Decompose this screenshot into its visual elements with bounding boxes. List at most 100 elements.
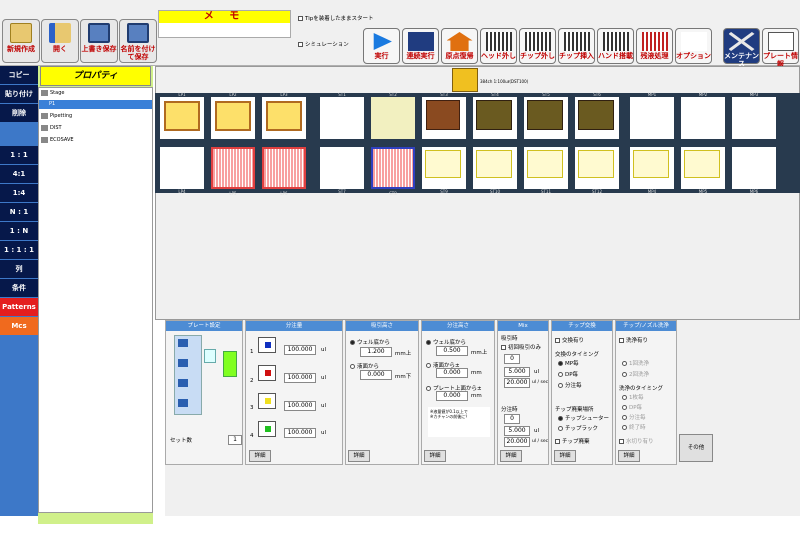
wash-timing-4-radio[interactable]: 終了時 xyxy=(622,423,646,431)
copy-button[interactable]: コピー xyxy=(0,66,38,85)
other-button[interactable]: その他 xyxy=(679,434,713,462)
deck-slot-st1[interactable]: ST1 xyxy=(320,92,364,139)
save-button[interactable]: 上書き保存 xyxy=(80,19,118,63)
dry-checkbox[interactable]: 水切り有り xyxy=(619,437,654,445)
ratio-1-1-button[interactable]: 1 : 1 xyxy=(0,146,38,165)
maintenance-button[interactable]: メンテナンス xyxy=(723,28,760,68)
wash-checkbox[interactable]: 洗浄有り xyxy=(619,336,648,344)
ratio-1-1-1-button[interactable]: 1 : 1 : 1 xyxy=(0,241,38,260)
plate-info-button[interactable]: プレート情報 xyxy=(762,28,799,68)
volume-detail-button[interactable]: 詳細 xyxy=(249,450,271,462)
wash-2-radio[interactable]: 2回洗浄 xyxy=(622,370,649,378)
deck-slot-st6[interactable]: ST6 xyxy=(575,92,619,139)
save-as-button[interactable]: 名前を付けて保存 xyxy=(119,19,157,63)
deck-slot-st2[interactable]: ST2 xyxy=(371,92,415,139)
deck-slot-st9[interactable]: ST9 xyxy=(422,147,466,194)
mix-initial-checkbox[interactable]: 初回吸引のみ xyxy=(501,343,541,351)
tip-exchange-checkbox[interactable]: 交換有り xyxy=(555,336,584,344)
set-count-input[interactable]: 1 xyxy=(228,435,242,445)
wash-1-radio[interactable]: 1回洗浄 xyxy=(622,359,649,367)
tip-detail-button[interactable]: 詳細 xyxy=(554,450,576,462)
condition-button[interactable]: 条件 xyxy=(0,279,38,298)
patterns-button[interactable]: Patterns xyxy=(0,298,38,317)
deck-slot-lp1[interactable]: LP1 xyxy=(160,92,204,139)
wash-timing-3-radio[interactable]: 分注毎 xyxy=(622,413,646,421)
row-1-volume-input[interactable]: 100.000 xyxy=(284,345,316,355)
tip-mp-each-radio[interactable]: MP毎 xyxy=(558,359,579,367)
deck-slot-lp4[interactable]: LP4 xyxy=(160,147,204,194)
deck-slot-mp5[interactable]: MP5 xyxy=(681,147,725,194)
deck-slot-st3[interactable]: ST3 xyxy=(422,92,466,139)
asp-from-bottom-radio[interactable]: ウェル底から xyxy=(350,338,390,346)
liquid-waste-button[interactable]: 残液処理 xyxy=(636,28,673,64)
tip-chip-shooter-radio[interactable]: チップシューター xyxy=(558,414,609,422)
tree-item-p1[interactable]: P1 xyxy=(39,100,152,109)
tree-item-dist[interactable]: DIST xyxy=(41,124,62,133)
ratio-n-1-button[interactable]: N : 1 xyxy=(0,203,38,222)
home-button[interactable]: 原点復帰 xyxy=(441,28,478,64)
ratio-1-4-button[interactable]: 1:4 xyxy=(0,184,38,203)
asp-from-surface-radio[interactable]: 液面から xyxy=(350,362,379,370)
row-2-volume-input[interactable]: 100.000 xyxy=(284,373,316,383)
deck-slot-st10[interactable]: ST10 xyxy=(473,147,517,194)
tip-chip-disposal-checkbox[interactable]: チップ廃棄 xyxy=(555,437,590,445)
row-4-volume-input[interactable]: 100.000 xyxy=(284,428,316,438)
simulation-checkbox[interactable]: シミュレーション xyxy=(298,40,349,48)
wash-timing-2-radio[interactable]: DP毎 xyxy=(622,403,642,411)
deck-slot-st4[interactable]: ST4 xyxy=(473,92,517,139)
asp-from-surface-input[interactable]: 0.000 xyxy=(360,370,392,380)
paste-button[interactable]: 貼り付け xyxy=(0,85,38,104)
chip-remove-button[interactable]: チップ外し xyxy=(519,28,556,64)
deck-slot-st12[interactable]: ST12 xyxy=(575,147,619,194)
mix-disp-vol-input[interactable]: 5.000 xyxy=(504,426,530,436)
mix-disp-speed-input[interactable]: 20.000 xyxy=(504,437,530,447)
hand-load-button[interactable]: ハンド搭載 xyxy=(597,28,634,64)
option-button[interactable]: オプション xyxy=(675,28,712,64)
mix-asp-count-input[interactable]: 0 xyxy=(504,354,520,364)
memo-box[interactable]: メ モ xyxy=(158,10,291,38)
mix-asp-speed-input[interactable]: 20.000 xyxy=(504,378,530,388)
tree-item-ecosave[interactable]: ECOSAVE xyxy=(41,136,74,145)
mix-detail-button[interactable]: 詳細 xyxy=(500,450,522,462)
deck-slot-lp5[interactable]: LP5 xyxy=(211,147,255,196)
chip-insert-button[interactable]: チップ挿入 xyxy=(558,28,595,64)
deck-slot-mp3[interactable]: MP3 xyxy=(732,92,776,139)
deck-slot-st11[interactable]: ST11 xyxy=(524,147,568,194)
deck-slot-lp2[interactable]: LP2 xyxy=(211,92,255,139)
aspirate-detail-button[interactable]: 詳細 xyxy=(348,450,370,462)
deck-slot-st5[interactable]: ST5 xyxy=(524,92,568,139)
deck-slot-mp6[interactable]: MP6 xyxy=(732,147,776,194)
deck-slot-st8[interactable]: ST8 xyxy=(371,147,415,196)
delete-button[interactable]: 削除 xyxy=(0,104,38,123)
disp-from-bottom-input[interactable]: 0.500 xyxy=(436,346,468,356)
tip-dispense-each-radio[interactable]: 分注毎 xyxy=(558,381,582,389)
mcs-button[interactable]: Mcs xyxy=(0,317,38,336)
tree-item-stage[interactable]: Stage xyxy=(41,89,64,98)
disp-from-plate-top-input[interactable]: 0.000 xyxy=(436,391,468,401)
deck-slot-st7[interactable]: ST7 xyxy=(320,147,364,194)
wash-timing-1-radio[interactable]: 1枚毎 xyxy=(622,393,644,401)
asp-from-bottom-input[interactable]: 1.200 xyxy=(360,347,392,357)
property-tree[interactable]: Stage P1 Pipetting DIST ECOSAVE xyxy=(38,87,153,513)
deck-slot-mp4[interactable]: MP4 xyxy=(630,147,674,194)
tip-chip-rack-radio[interactable]: チップラック xyxy=(558,424,598,432)
new-button[interactable]: 新規作成 xyxy=(2,19,40,63)
mix-asp-vol-input[interactable]: 5.000 xyxy=(504,367,530,377)
ratio-1-n-button[interactable]: 1 : N xyxy=(0,222,38,241)
run-button[interactable]: 実行 xyxy=(363,28,400,64)
tree-item-pipetting[interactable]: Pipetting xyxy=(41,112,72,121)
mix-disp-count-input[interactable]: 0 xyxy=(504,414,520,424)
tip-start-checkbox[interactable]: Tipを装着したままスタート xyxy=(298,14,374,22)
column-button[interactable]: 列 xyxy=(0,260,38,279)
continuous-run-button[interactable]: 連続実行 xyxy=(402,28,439,64)
tip-dp-each-radio[interactable]: DP毎 xyxy=(558,370,578,378)
disp-from-bottom-radio[interactable]: ウェル底から xyxy=(426,338,466,346)
deck-slot-lp3[interactable]: LP3 xyxy=(262,92,306,139)
head-remove-button[interactable]: ヘッド外し xyxy=(480,28,517,64)
deck-slot-mp1[interactable]: MP1 xyxy=(630,92,674,139)
ratio-4-1-button[interactable]: 4:1 xyxy=(0,165,38,184)
disp-from-surface-input[interactable]: 0.000 xyxy=(436,368,468,378)
deck-slot-lp6[interactable]: LP6 xyxy=(262,147,306,196)
deck-slot-mp2[interactable]: MP2 xyxy=(681,92,725,139)
row-3-volume-input[interactable]: 100.000 xyxy=(284,401,316,411)
